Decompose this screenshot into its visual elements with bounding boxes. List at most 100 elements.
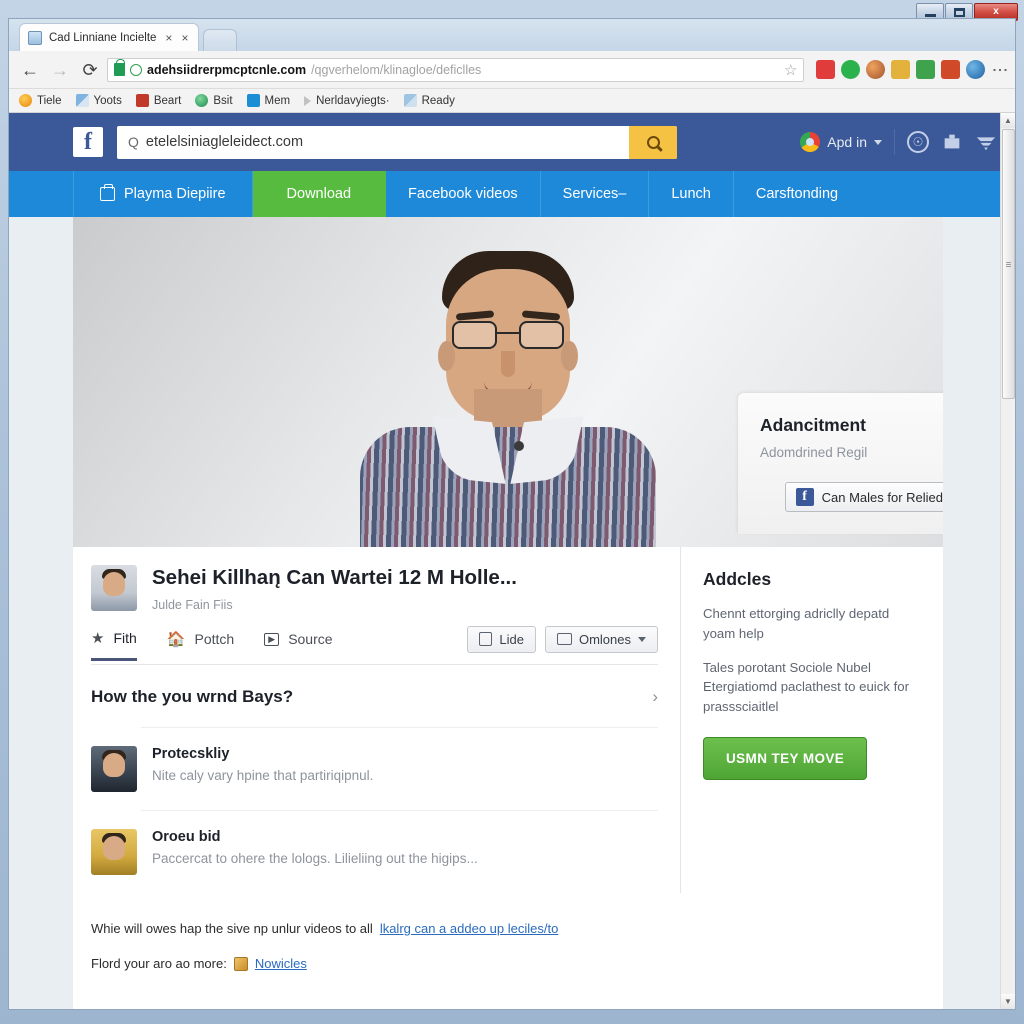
nav-item-facebook-videos[interactable]: Facebook videos: [386, 171, 541, 217]
search-button[interactable]: [629, 125, 677, 159]
notifications-icon[interactable]: [975, 131, 997, 153]
address-bar[interactable]: adehsiidrerpmcptcnle.com /qgverhelom/kli…: [107, 57, 805, 82]
extension-icon-1[interactable]: [816, 60, 836, 79]
tab-source[interactable]: ▶ Source: [264, 631, 333, 658]
account-menu[interactable]: Apd in: [800, 132, 882, 152]
page-content: Adancitment Adomdrined Regil f Can Males…: [9, 217, 1000, 1009]
main-column: Sehei Killhan̨ Can Wartei 12 M Holle... …: [73, 547, 680, 893]
browser-toolbar: ← → ⟳ adehsiidrerpmcptcnle.com /qgverhel…: [9, 51, 1015, 89]
question-text: How the you wrnd Bays?: [91, 686, 294, 706]
reload-button[interactable]: ⟳: [77, 57, 103, 83]
nav-item-label: Services–: [562, 186, 627, 202]
nav-item-download[interactable]: Download: [252, 171, 387, 217]
bookmark-icon-blue: [246, 94, 260, 107]
browser-window: Cad Linniane Incielte × × ← → ⟳ adehsiid…: [8, 18, 1016, 1010]
new-tab-button[interactable]: [203, 29, 237, 51]
extension-icon-4[interactable]: [891, 60, 911, 79]
nav-item-label: Download: [286, 186, 352, 202]
facebook-icon: f: [795, 488, 814, 506]
channel-avatar[interactable]: [91, 565, 137, 611]
lock-icon: [114, 59, 125, 76]
bookmark-item[interactable]: Beart: [135, 94, 181, 107]
scrollbar-thumb[interactable]: [1002, 129, 1015, 399]
bookmark-item[interactable]: Yoots: [75, 94, 122, 107]
bookmark-star-icon[interactable]: ☆: [778, 61, 797, 79]
bookmark-item[interactable]: Ready: [403, 94, 455, 107]
tab-close-icon[interactable]: ×: [165, 31, 172, 45]
button-label: Omlones: [578, 631, 631, 647]
feed-avatar-1: [91, 745, 137, 792]
extension-icon-5[interactable]: [916, 60, 936, 79]
facebook-logo-icon[interactable]: f: [73, 127, 103, 157]
footer-line-1: Whie will owes hap the sive np unlur vid…: [91, 921, 921, 936]
footer-text-2: Flord your aro ao more:: [91, 956, 227, 971]
ad-cta-button[interactable]: f Can Males for Relied: [784, 482, 943, 512]
omlones-button[interactable]: Omlones: [544, 625, 658, 653]
extension-icon-3[interactable]: [866, 60, 886, 79]
nav-item-label: Lunch: [671, 186, 711, 202]
nav-item-carsftonding[interactable]: Carsftonding: [734, 171, 860, 217]
sidebar-cta-button[interactable]: USMN TEY MOVE: [703, 736, 868, 780]
scroll-up-icon[interactable]: ▲: [1001, 113, 1015, 128]
footer-inner: Whie will owes hap the sive np unlur vid…: [73, 895, 943, 971]
chevron-down-icon: [874, 139, 882, 145]
lide-button[interactable]: Lide: [467, 625, 536, 653]
nav-item-label: Carsftonding: [755, 186, 839, 202]
advertisement-panel: Adancitment Adomdrined Regil f Can Males…: [738, 393, 943, 534]
tab-label: Fith: [113, 629, 137, 646]
bookmark-label: Mem: [264, 94, 291, 107]
profile-icon[interactable]: ☉: [907, 131, 929, 153]
source-icon: ▶: [264, 632, 280, 646]
nav-item-lunch[interactable]: Lunch: [649, 171, 734, 217]
search-input[interactable]: [145, 134, 629, 150]
scroll-down-icon[interactable]: ▼: [1001, 994, 1015, 1009]
footer-link-1[interactable]: lkalrg can a addeo up leciles/to: [380, 921, 559, 936]
site-nav: Playma Diepiire Download Facebook videos…: [9, 171, 1015, 217]
bookmark-label: Nerldavyiegts·: [316, 94, 390, 107]
extension-icon-2[interactable]: [841, 60, 861, 79]
tab-title: Cad Linniane Incielte: [49, 31, 157, 44]
browser-tabstrip: Cad Linniane Incielte × ×: [9, 19, 1015, 51]
device-icon: [479, 632, 493, 647]
nav-item-label: Playma Diepiire: [124, 186, 226, 202]
tab-close-secondary-icon[interactable]: ×: [181, 31, 188, 45]
nav-item-services[interactable]: Services–: [541, 171, 650, 217]
extension-icon-7[interactable]: [966, 60, 986, 79]
url-domain: adehsiidrerpmcptcnle.com: [147, 62, 307, 77]
list-item-title: Protecskliy: [152, 745, 230, 762]
action-row: ★ Fith 🏠 Pottch ▶ Source Lide Omlones: [73, 612, 680, 664]
site-header: f Q Apd in ☉: [9, 113, 1015, 171]
tab-pottch[interactable]: 🏠 Pottch: [167, 630, 234, 659]
browser-tab[interactable]: Cad Linniane Incielte × ×: [19, 23, 199, 51]
bookmark-folder-item[interactable]: Nerldavyiegts·: [304, 95, 390, 107]
button-label: Lide: [499, 631, 524, 647]
page-scrollbar[interactable]: ▲ ▼: [1000, 113, 1015, 1009]
sidebar-paragraph-2: Tales porotant Sociole Nubel Etergiatiom…: [703, 659, 909, 715]
back-button[interactable]: ←: [17, 57, 43, 83]
tab-label: Pottch: [194, 631, 235, 648]
page-info-icon[interactable]: [130, 63, 142, 76]
bookmark-item[interactable]: Mem: [246, 94, 291, 107]
sidebar-paragraph-1: Chennt ettorging adriclly depatd yoam he…: [703, 606, 890, 641]
bookmark-item[interactable]: Bsit: [195, 94, 233, 107]
chevron-right-icon[interactable]: ›: [652, 687, 658, 707]
list-item[interactable]: Oroeu bid Paccercat to ohere the lologs.…: [73, 811, 680, 893]
extension-bar: ⋮: [808, 60, 1008, 79]
bookmark-item[interactable]: Tiele: [19, 94, 62, 107]
footer-line-2: Flord your aro ao more: Nowicles: [91, 956, 921, 971]
browser-menu-icon[interactable]: ⋮: [991, 62, 1008, 78]
forward-button[interactable]: →: [47, 57, 73, 83]
footer-link-2[interactable]: Nowicles: [255, 956, 307, 971]
ad-cta-label: Can Males for Relied: [821, 489, 943, 505]
messages-icon[interactable]: [941, 131, 963, 153]
monitor-icon: [556, 633, 572, 646]
site-search[interactable]: Q: [117, 125, 677, 159]
folder-arrow-icon: [304, 95, 312, 106]
os-window: x Cad Linniane Incielte × × ← → ⟳ adehsi…: [0, 0, 1024, 1024]
list-item[interactable]: Protecskliy Nite caly vary hpine that pa…: [73, 728, 680, 810]
extension-icon-6[interactable]: [941, 60, 961, 79]
video-player[interactable]: Adancitment Adomdrined Regil f Can Males…: [73, 217, 943, 547]
nav-item-playma-diepiire[interactable]: Playma Diepiire: [73, 171, 253, 217]
tab-fith[interactable]: ★ Fith: [91, 629, 137, 661]
question-row[interactable]: How the you wrnd Bays? ›: [73, 665, 680, 727]
